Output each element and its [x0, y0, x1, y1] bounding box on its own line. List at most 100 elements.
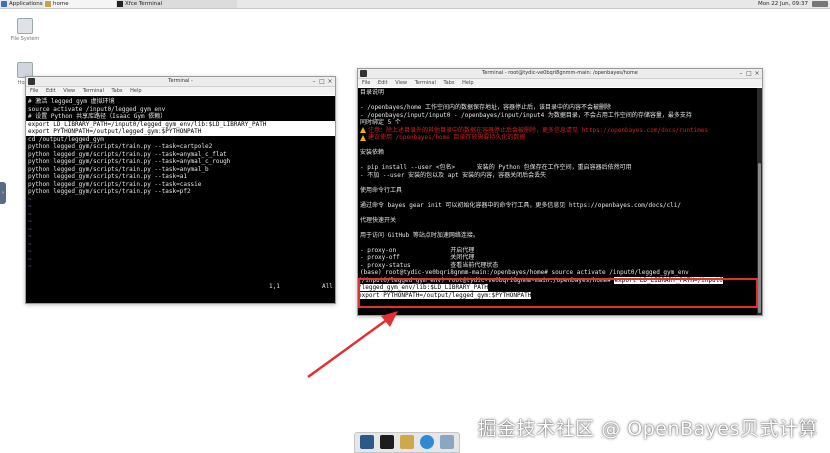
dock [354, 432, 460, 453]
terminal-line: python legged_gym/scripts/train.py --tas… [28, 165, 209, 173]
terminal-line: - pip install --user <包名> 安装的 Python 包保存… [360, 164, 632, 171]
window-titlebar[interactable]: Terminal - root@tydic-ve0bqri8gnmm-main:… [358, 69, 762, 79]
terminal-line: python legged_gym/scripts/train.py --tas… [28, 143, 213, 150]
terminal-line: # 激活 legged_gym 虚拟环境 [28, 98, 115, 105]
left-terminal-window[interactable]: Terminal - – □ × File Edit View Terminal T… [25, 76, 336, 304]
menu-edit[interactable]: Edit [378, 80, 388, 86]
minimize-icon[interactable]: – [738, 71, 744, 77]
menu-tabs[interactable]: Tabs [111, 88, 122, 94]
menu-view[interactable]: View [395, 80, 407, 86]
vim-empty-line: ~ [28, 248, 32, 255]
warning-icon [360, 127, 366, 133]
menu-file[interactable]: File [30, 88, 38, 94]
menu-terminal[interactable]: Terminal [415, 80, 436, 86]
watermark: 掘金技术社区 @ OpenBayes贝式计算 [477, 418, 818, 440]
menu-file[interactable]: File [362, 80, 370, 86]
terminal-icon[interactable] [380, 435, 394, 449]
window-title: Terminal - [168, 78, 193, 84]
terminal-content[interactable]: # 激活 legged_gym 虚拟环境 source activate /in… [26, 96, 335, 303]
applications-icon [1, 1, 7, 7]
terminal-line: python legged_gym/scripts/train.py --tas… [28, 188, 191, 195]
search-icon[interactable] [440, 435, 454, 449]
terminal-line: (base) root@tydic-ve0bqri8gnmm-main:/ope… [360, 269, 689, 276]
menubar: File Edit View Terminal Tabs Help [26, 87, 335, 95]
vim-scroll-status: All [322, 283, 333, 290]
vim-empty-line: ~ [28, 210, 32, 218]
terminal-line: - proxy-status 查看当前代理状态 [360, 261, 499, 269]
vim-empty-line: ~ [28, 233, 32, 240]
vim-empty-line: ~ [28, 240, 32, 248]
terminal-line: python legged_gym/scripts/train.py --tas… [28, 180, 202, 188]
menu-tabs[interactable]: Tabs [443, 80, 454, 86]
terminal-line: - /openbayes/home 工作空间内的数据保存地址，容器停止后，该目录… [360, 104, 612, 111]
warning-icon [360, 134, 366, 141]
taskbar-terminal[interactable]: Xfce Terminal [116, 0, 237, 8]
applications-label: Applications [9, 1, 43, 7]
vim-empty-line: ~ [28, 225, 32, 233]
terminal-line: 目录说明 [360, 89, 385, 96]
terminal-line: python legged_gym/scripts/train.py --tas… [28, 173, 187, 180]
close-icon[interactable]: × [754, 71, 760, 77]
terminal-line: python legged_gym/scripts/train.py --tas… [28, 150, 227, 158]
terminal-warning-line: 注意：除上述目录外的其他目录中的数据在容器停止后会被删除，更多信息请见 http… [358, 127, 757, 135]
maximize-icon[interactable]: □ [746, 71, 752, 77]
taskbar-home-label: home [53, 1, 69, 7]
terminal-line: 使用命令行工具 [360, 186, 403, 194]
close-icon[interactable]: × [327, 79, 333, 85]
arrow-shaft [307, 314, 393, 379]
top-panel: Applications home Xfce Terminal Mon 22 J… [0, 0, 830, 9]
maximize-icon[interactable]: □ [319, 79, 325, 85]
menu-help[interactable]: Help [462, 80, 473, 86]
menubar: File Edit View Terminal Tabs Help [358, 79, 762, 87]
window-title: Terminal - root@tydic-ve0bqri8gnmm-main:… [482, 70, 638, 76]
terminal-line-selected: export PYTHONPATH=/output/legged_gym:$PY… [26, 128, 335, 136]
web-browser-icon[interactable] [420, 435, 434, 449]
terminal-line: - /openbayes/input/input0 - /openbayes/i… [360, 111, 692, 119]
show-desktop-icon[interactable] [360, 435, 374, 449]
taskbar-home[interactable]: home [44, 0, 125, 8]
terminal-icon [28, 78, 35, 85]
menu-view[interactable]: View [63, 88, 75, 94]
minimize-icon[interactable]: – [311, 79, 317, 85]
scrollbar-thumb[interactable] [758, 163, 761, 313]
terminal-line: cd /output/legged_gym [28, 135, 104, 143]
terminal-line-selected: export LD_LIBRARY_PATH=/input0/legged_gy… [26, 120, 335, 128]
terminal-line: - proxy-off 关闭代理 [360, 254, 475, 261]
terminal-line: 代理快速开关 [360, 216, 397, 224]
menu-help[interactable]: Help [130, 88, 141, 94]
terminal-line: # 设置 Python 共享库路径（Isaac Gym 依赖） [28, 113, 167, 120]
warning-text: 建议使用 /openbayes/home 目录存放需要持久化的数据 [368, 134, 526, 141]
terminal-icon [360, 70, 367, 77]
desktop-filesystem[interactable]: File System [10, 18, 40, 42]
filesystem-icon [17, 18, 33, 34]
menu-terminal[interactable]: Terminal [83, 88, 104, 94]
taskbar-terminal-label: Xfce Terminal [125, 1, 163, 7]
terminal-line: 通过命令 bayes gear init 可以初始化容器中的命令行工具，更多信息… [360, 201, 682, 209]
warning-text: 注意：除上述目录外的其他目录中的数据在容器停止后会被删除，更多信息请见 http… [368, 126, 709, 134]
vim-empty-line: ~ [28, 203, 32, 210]
terminal-line: 同时绑定 5 个 [360, 119, 401, 126]
power-icon[interactable] [812, 1, 828, 7]
clock[interactable]: Mon 22 Jun, 09:37 [758, 0, 808, 8]
terminal-line: python legged_gym/scripts/train.py --tas… [28, 158, 231, 165]
terminal-line: 用于访问 GitHub 等站点时加速网络连接。 [360, 231, 479, 239]
window-titlebar[interactable]: Terminal - – □ × [26, 77, 335, 87]
desktop-filesystem-label: File System [10, 36, 40, 42]
folder-icon [45, 1, 51, 7]
terminal-icon [117, 1, 123, 7]
terminal-line: source activate /input0/legged_gym_env [28, 105, 166, 113]
side-panel-handle[interactable]: › [0, 182, 6, 204]
vim-empty-line: ~ [28, 255, 32, 263]
terminal-line: - 不加 --user 安装的包以及 apt 安装的内容，容器关闭后会丢失 [360, 171, 547, 179]
folder-icon[interactable] [400, 435, 414, 449]
menu-edit[interactable]: Edit [46, 88, 56, 94]
vim-empty-line: ~ [28, 195, 32, 203]
vim-cursor-position: 1,1 [269, 283, 280, 290]
